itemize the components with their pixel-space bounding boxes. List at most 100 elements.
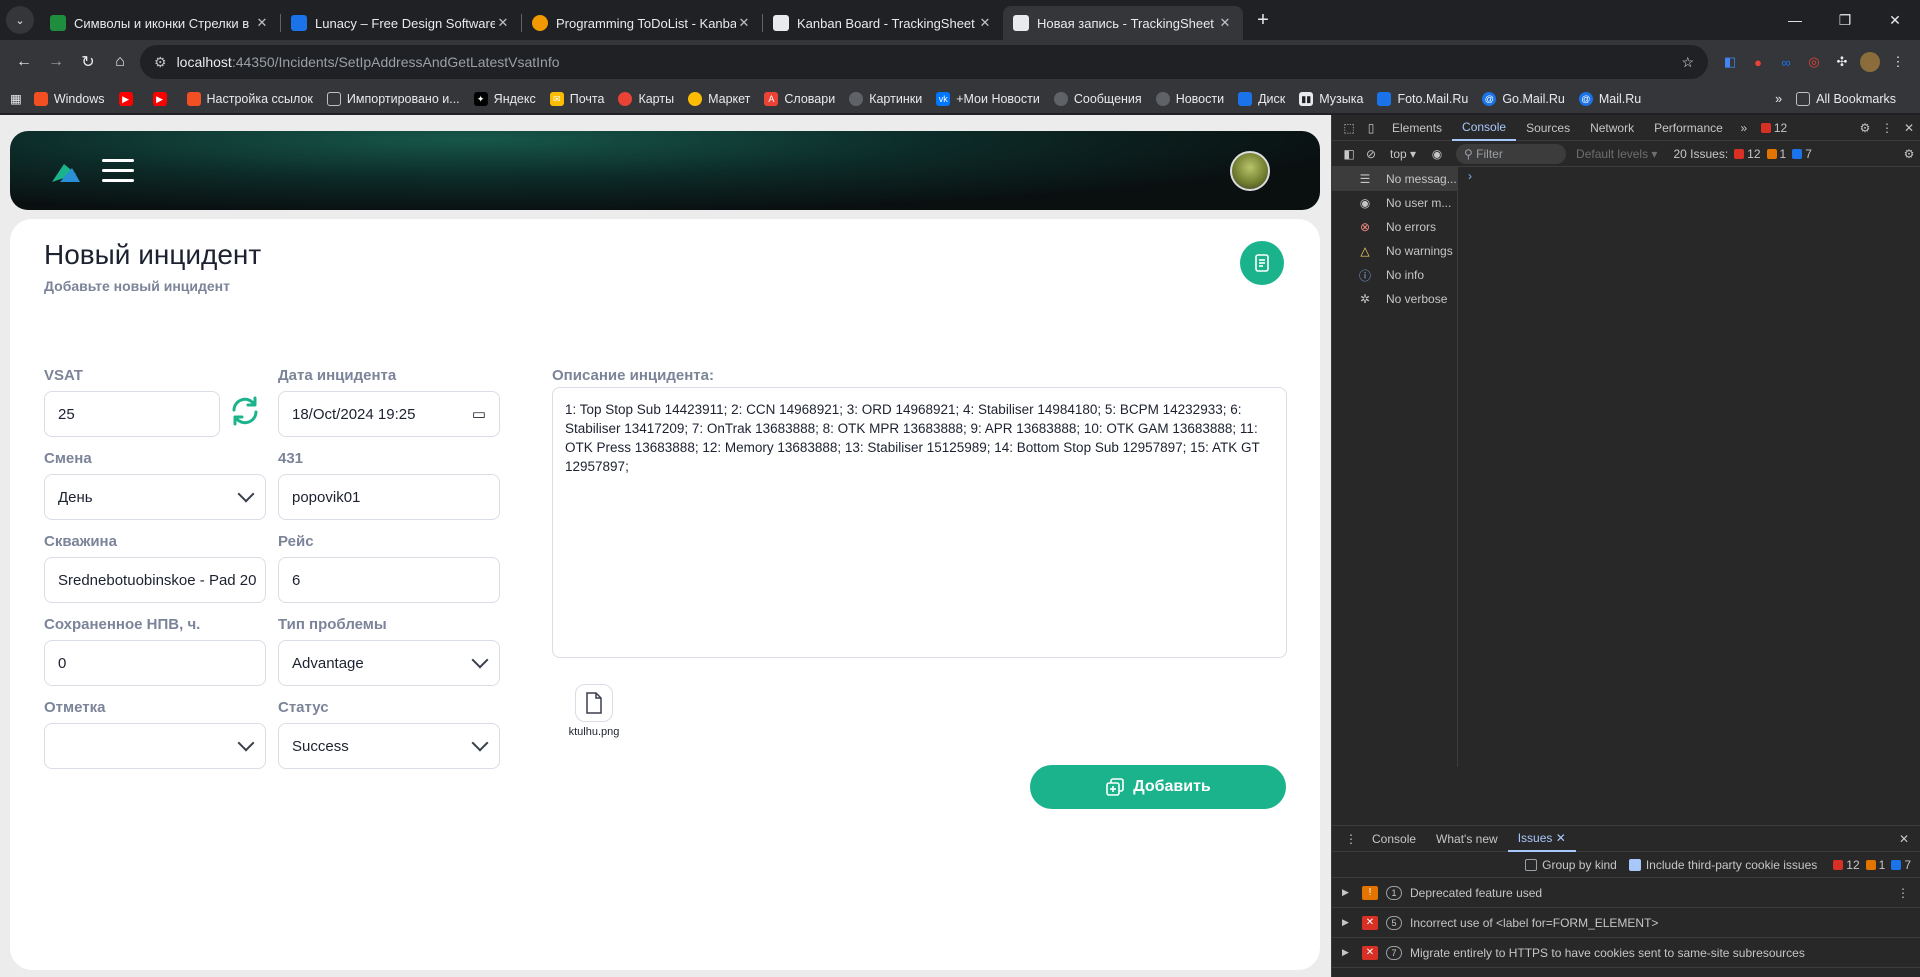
bookmark-yandex[interactable]: ✦ Яндекс (473, 91, 536, 106)
more-options-icon[interactable]: ⋮ (1876, 117, 1898, 139)
bookmark-market[interactable]: Маркет (688, 91, 750, 106)
drawer-tab-issues[interactable]: Issues ✕ (1507, 826, 1576, 852)
problem-type-select[interactable]: Advantage (278, 640, 500, 686)
extension-icon[interactable]: ● (1744, 48, 1772, 76)
new-tab-button[interactable]: + (1249, 6, 1277, 34)
bookmark-mail-ru[interactable]: @ Mail.Ru (1578, 91, 1641, 106)
sidebar-item-errors[interactable]: ⊗ No errors (1332, 215, 1457, 239)
expand-triangle-icon[interactable]: ▶ (1342, 947, 1356, 958)
hamburger-menu-icon[interactable] (102, 159, 134, 183)
device-toolbar-icon[interactable]: ▯ (1360, 117, 1382, 139)
all-bookmarks[interactable]: All Bookmarks (1796, 91, 1896, 106)
attachment-file[interactable]: ktulhu.png (564, 684, 624, 738)
bookmarks-overflow-icon[interactable]: » (1775, 92, 1782, 106)
extension-icon[interactable]: ◧ (1716, 48, 1744, 76)
sidebar-item-info[interactable]: ⓘ No info (1332, 263, 1457, 287)
bookmark-star-icon[interactable]: ☆ (1681, 54, 1694, 71)
tab-network[interactable]: Network (1580, 115, 1644, 141)
bookmark-music[interactable]: ▮▮ Музыка (1299, 91, 1363, 106)
bookmark-messages[interactable]: Сообщения (1053, 91, 1142, 106)
extension-icon[interactable]: ◎ (1800, 48, 1828, 76)
sidebar-item-warnings[interactable]: △ No warnings (1332, 239, 1457, 263)
address-bar[interactable]: ⚙ localhost :44350/Incidents/SetIpAddres… (140, 45, 1708, 79)
shift-select[interactable]: День (44, 474, 266, 520)
bookmark-news[interactable]: Новости (1155, 91, 1224, 106)
close-window-icon[interactable]: ✕ (1870, 0, 1920, 40)
more-menu-icon[interactable]: ⋮ (1884, 48, 1912, 76)
sidebar-item-user-messages[interactable]: ◉ No user m... (1332, 191, 1457, 215)
sidebar-toggle-icon[interactable]: ◧ (1338, 143, 1360, 165)
close-icon[interactable]: ✕ (977, 15, 993, 31)
bookmark-folder-imported[interactable]: Импортировано и... (326, 91, 460, 106)
third-party-checkbox[interactable] (1628, 858, 1641, 871)
bookmark-youtube-2[interactable]: ▶ (152, 91, 173, 106)
add-button[interactable]: Добавить (1030, 765, 1286, 809)
settings-gear-icon[interactable]: ⚙ (1854, 117, 1876, 139)
browser-tab-1[interactable]: Символы и иконки Стрелки в ✕ (40, 6, 280, 40)
forward-arrow-icon[interactable]: → (40, 46, 72, 78)
refresh-icon[interactable] (228, 394, 262, 428)
apps-grid-icon[interactable]: ▦ (10, 91, 22, 106)
bookmark-maps[interactable]: Карты (618, 91, 674, 106)
minimize-icon[interactable]: — (1770, 0, 1820, 40)
incident-list-button[interactable] (1240, 241, 1284, 285)
bookmark-foto-mail[interactable]: Foto.Mail.Ru (1377, 91, 1468, 106)
status-select[interactable]: Success (278, 723, 500, 769)
close-icon[interactable]: ✕ (495, 15, 511, 31)
home-icon[interactable]: ⌂ (104, 46, 136, 78)
group-by-kind-checkbox[interactable] (1525, 858, 1538, 871)
issue-row[interactable]: ▶ ✕ 7 Migrate entirely to HTTPS to have … (1332, 938, 1920, 968)
drawer-tab-whats-new[interactable]: What's new (1426, 826, 1508, 852)
browser-tab-3[interactable]: Programming ToDoList - Kanba ✕ (522, 6, 762, 40)
reload-icon[interactable]: ↻ (72, 46, 104, 78)
vsat-input[interactable]: 25 (44, 391, 220, 437)
well-input[interactable]: Srednebotuobinskoe - Pad 20 (44, 557, 266, 603)
close-icon[interactable]: ✕ (1217, 15, 1233, 31)
tab-sources[interactable]: Sources (1516, 115, 1580, 141)
close-drawer-icon[interactable]: ✕ (1893, 828, 1915, 850)
issue-menu-icon[interactable]: ⋮ (1897, 886, 1909, 900)
bookmark-disk[interactable]: Диск (1238, 91, 1285, 106)
close-tab-icon[interactable]: ✕ (1556, 831, 1566, 845)
issue-row[interactable]: ▶ ✕ 5 Incorrect use of <label for=FORM_E… (1332, 908, 1920, 938)
console-settings-icon[interactable]: ⚙ (1898, 143, 1920, 165)
error-count-badge[interactable]: 12 (1760, 121, 1787, 135)
context-selector[interactable]: top ▾ (1390, 147, 1416, 161)
npv-input[interactable]: 0 (44, 640, 266, 686)
drawer-menu-icon[interactable]: ⋮ (1340, 828, 1362, 850)
sidebar-item-verbose[interactable]: ✲ No verbose (1332, 287, 1457, 311)
drawer-tab-console[interactable]: Console (1362, 826, 1426, 852)
extension-icon[interactable]: ∞ (1772, 48, 1800, 76)
tab-elements[interactable]: Elements (1382, 115, 1452, 141)
console-filter-input[interactable]: ⚲ Filter (1456, 143, 1567, 164)
trip-input[interactable]: 6 (278, 557, 500, 603)
clear-console-icon[interactable]: ⊘ (1360, 143, 1382, 165)
console-prompt-icon[interactable]: › (1468, 169, 1472, 183)
bookmark-dictionaries[interactable]: A Словари (764, 91, 835, 106)
close-icon[interactable]: ✕ (254, 15, 270, 31)
bookmark-mail[interactable]: ✉ Почта (549, 91, 604, 106)
expand-triangle-icon[interactable]: ▶ (1342, 887, 1356, 898)
bookmark-settings-links[interactable]: Настройка ссылок (186, 91, 313, 106)
tab-search-button[interactable]: ⌄ (6, 6, 34, 34)
sidebar-item-messages[interactable]: ☰ No messag... (1332, 167, 1457, 191)
bookmark-go-mail[interactable]: @ Go.Mail.Ru (1482, 91, 1565, 106)
more-tabs-icon[interactable]: » (1733, 117, 1755, 139)
bookmark-vk-news[interactable]: vk +Мои Новости (936, 91, 1040, 106)
bookmark-images[interactable]: Картинки (849, 91, 922, 106)
browser-tab-5-active[interactable]: Новая запись - TrackingSheet ✕ (1003, 6, 1243, 40)
bookmark-youtube-1[interactable]: ▶ (118, 91, 139, 106)
close-icon[interactable]: ✕ (736, 15, 752, 31)
inspect-element-icon[interactable]: ⬚ (1338, 117, 1360, 139)
field-431-input[interactable]: popovik01 (278, 474, 500, 520)
browser-tab-4[interactable]: Kanban Board - TrackingSheet ✕ (763, 6, 1003, 40)
issues-summary[interactable]: 20 Issues: (1673, 147, 1728, 161)
restore-icon[interactable]: ❐ (1820, 0, 1870, 40)
browser-tab-2[interactable]: Lunacy – Free Design Software ✕ (281, 6, 521, 40)
site-info-icon[interactable]: ⚙ (154, 54, 167, 71)
close-devtools-icon[interactable]: ✕ (1898, 117, 1920, 139)
issue-row[interactable]: ▶ ! 1 Deprecated feature used ⋮ (1332, 878, 1920, 908)
calendar-icon[interactable]: ▭ (472, 405, 486, 423)
expand-triangle-icon[interactable]: ▶ (1342, 917, 1356, 928)
extensions-puzzle-icon[interactable]: ✣ (1828, 48, 1856, 76)
